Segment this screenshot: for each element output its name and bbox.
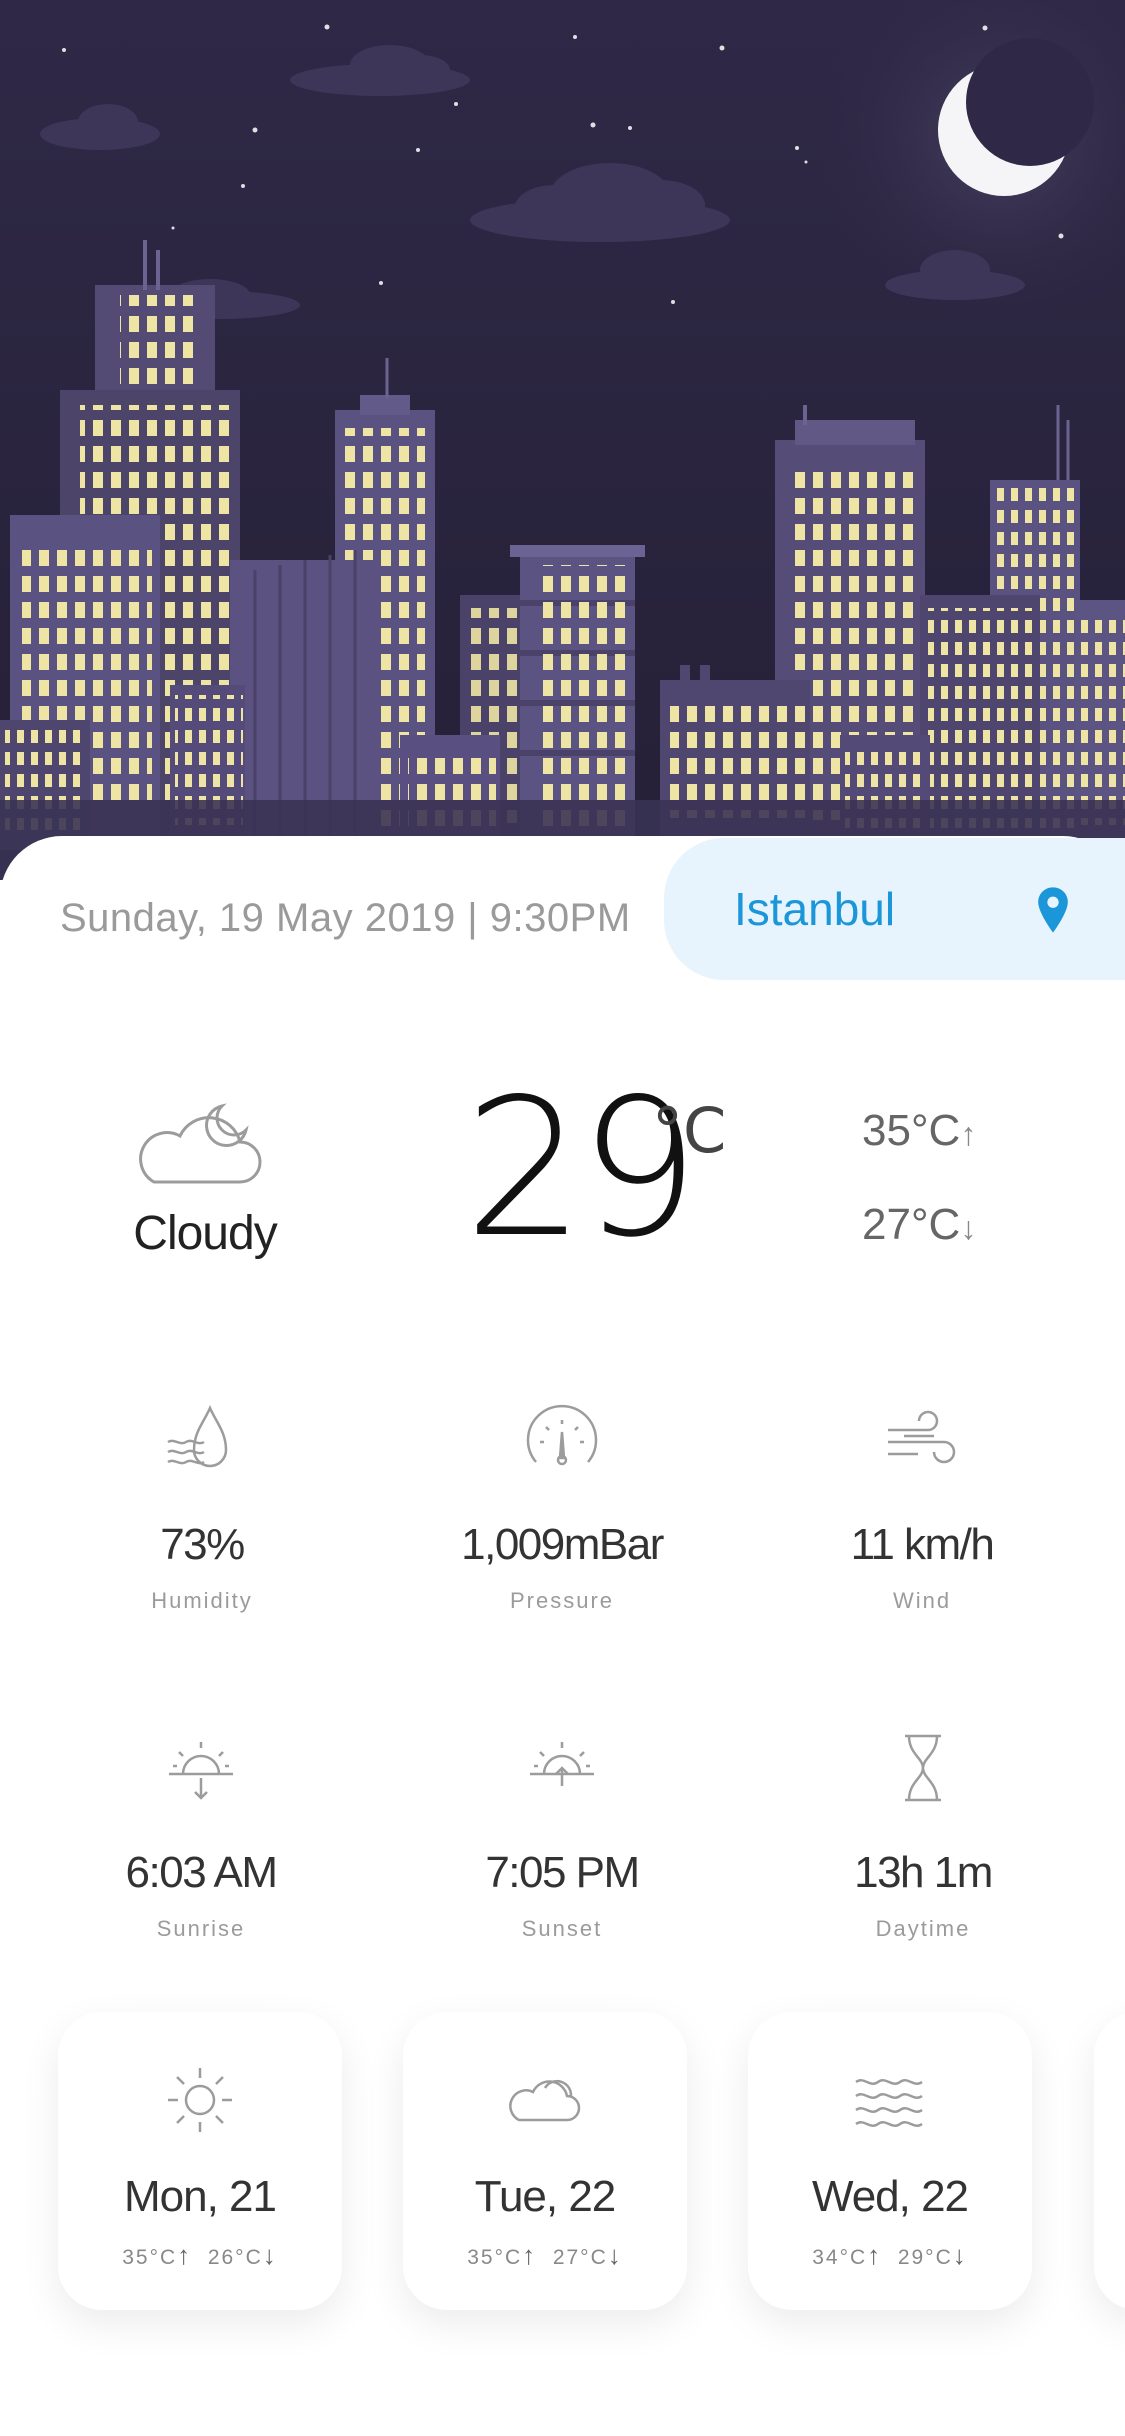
arrow-down-icon: ↓ — [952, 2240, 968, 2270]
forecast-card-wed[interactable]: Wed, 22 34°C↑ 29°C↓ — [748, 2012, 1032, 2310]
pressure-label: Pressure — [509, 1588, 615, 1613]
forecast-day: Tue, 22 — [474, 2172, 617, 2221]
arrow-down-icon: ↓ — [262, 2240, 278, 2270]
forecast-high: 35°C — [122, 2246, 178, 2269]
location-pin-icon[interactable] — [1036, 886, 1070, 934]
city-name: Istanbul — [734, 883, 896, 935]
sunrise-label: Sunrise — [156, 1916, 246, 1941]
pressure-value: 1,009mBar — [461, 1520, 664, 1569]
date-time-label: Sunday, 19 May 2019 | 9:30PM — [60, 896, 631, 940]
temperature-unit: °C — [652, 1094, 727, 1167]
weather-screen: Sunday, 19 May 2019 | 9:30PM Istanbul Cl… — [0, 0, 1125, 2436]
sunset-icon — [530, 1742, 594, 1786]
arrow-up-icon: ↑ — [177, 2240, 193, 2270]
high-temperature-value: 35°C — [862, 1106, 961, 1155]
forecast-day: Wed, 22 — [811, 2172, 969, 2221]
arrow-down-icon: ↓ — [960, 1210, 977, 1246]
low-temperature-value: 27°C — [862, 1200, 961, 1249]
arrow-up-icon: ↑ — [867, 2240, 883, 2270]
cloud-moon-icon — [139, 1103, 262, 1184]
humidity-label: Humidity — [151, 1588, 253, 1613]
cloud-icon — [509, 2079, 581, 2122]
forecast-low: 26°C — [207, 2246, 263, 2269]
stat-humidity: 73% Humidity — [52, 1400, 352, 1614]
humidity-value: 73% — [160, 1520, 245, 1569]
arrow-up-icon: ↑ — [522, 2240, 538, 2270]
city-night-illustration — [0, 0, 1125, 880]
stat-sunset: 7:05 PM Sunset — [412, 1728, 712, 1942]
forecast-high: 35°C — [467, 2246, 523, 2269]
arrow-up-icon: ↑ — [960, 1116, 977, 1152]
wind-value: 11 km/h — [850, 1520, 995, 1569]
stat-wind: 11 km/h Wind — [772, 1400, 1072, 1614]
forecast-day: Mon, 21 — [124, 2172, 277, 2221]
condition-label: Cloudy — [133, 1207, 277, 1260]
stat-pressure: 1,009mBar Pressure — [412, 1400, 712, 1614]
daytime-label: Daytime — [875, 1916, 971, 1941]
wind-label: Wind — [892, 1588, 952, 1613]
wind-icon — [888, 1410, 956, 1464]
sunrise-icon — [169, 1742, 233, 1800]
forecast-card-tue[interactable]: Tue, 22 35°C↑ 27°C↓ — [403, 2012, 687, 2310]
forecast-range: 34°C↑ 29°C↓ — [748, 2240, 1032, 2271]
pressure-gauge-icon — [526, 1404, 598, 1466]
forecast-high: 34°C — [812, 2246, 868, 2269]
forecast-card-mon[interactable]: Mon, 21 35°C↑ 26°C↓ — [58, 2012, 342, 2310]
forecast-range: 35°C↑ 26°C↓ — [58, 2240, 342, 2271]
sunset-label: Sunset — [521, 1916, 603, 1941]
stat-sunrise: 6:03 AM Sunrise — [51, 1728, 351, 1942]
forecast-range: 35°C↑ 27°C↓ — [403, 2240, 687, 2271]
forecast-low: 29°C — [897, 2246, 953, 2269]
sunrise-value: 6:03 AM — [125, 1848, 278, 1897]
low-temperature: 27°C↓ — [862, 1200, 976, 1250]
sunset-value: 7:05 PM — [485, 1848, 640, 1897]
hourglass-icon — [905, 1734, 941, 1802]
stat-daytime: 13h 1m Daytime — [773, 1728, 1073, 1942]
high-temperature: 35°C↑ — [862, 1106, 976, 1156]
forecast-card-next[interactable] — [1094, 2012, 1125, 2310]
forecast-low: 27°C — [552, 2246, 608, 2269]
arrow-down-icon: ↓ — [607, 2240, 623, 2270]
sun-icon — [168, 2068, 232, 2132]
daytime-value: 13h 1m — [854, 1848, 993, 1897]
waves-icon — [855, 2079, 923, 2127]
location-selector[interactable]: Istanbul — [664, 838, 1125, 980]
humidity-icon — [167, 1404, 228, 1468]
